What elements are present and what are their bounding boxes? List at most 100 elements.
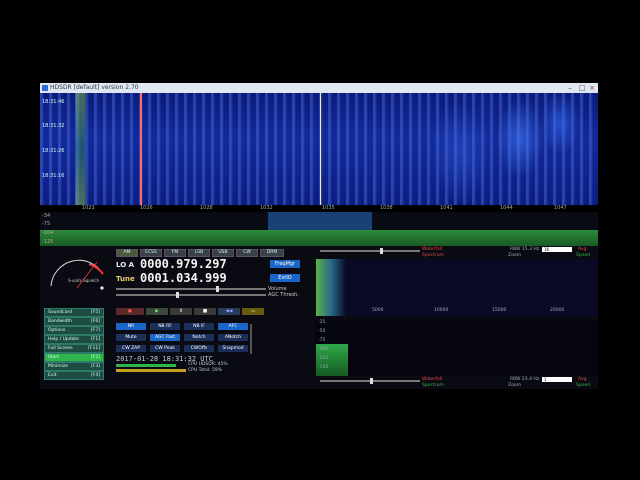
audio-freq-tick: 15000 [492,308,507,313]
audio-wf-knob[interactable] [380,248,383,254]
rf-waterfall[interactable]: 18:31:46 18:31:32 18:31:26 18:31:16 [40,93,598,205]
audio-freq-tick: 10000 [434,308,449,313]
pause-button[interactable]: Ⅱ [170,308,192,315]
freq-tick: 1035 [322,205,335,211]
freqmgr-button[interactable]: FreqMgr [270,260,300,268]
audio-zoom-label: Zoom [508,253,521,258]
audio-level-tick: -75 [318,338,326,343]
audio-level-tick: -25 [318,320,326,325]
minimize-window-button[interactable]: – [564,84,576,92]
audio-waterfall[interactable]: 5000 10000 15000 20000 [316,259,598,316]
mode-drm-button[interactable]: DRM [260,249,284,257]
afc-button[interactable]: AFC [218,323,248,330]
mode-usb-button[interactable]: USB [212,249,234,257]
options-button[interactable]: Options [F7] [44,326,104,335]
start-button[interactable]: Start [F2] [44,353,104,362]
hdsdr-window: HDSDR [default] version 2.70 – □ × 18:31… [40,83,598,389]
level-tick: -75 [42,221,51,227]
signal-trace [75,93,85,205]
waterfall-time: 18:31:26 [42,148,65,154]
audio-waterfall-label: Waterfall [422,247,443,252]
freq-tick: 1028 [200,205,213,211]
audio-spec-slider[interactable] [320,378,420,384]
mode-ecss-button[interactable]: ECSS [140,249,162,257]
cpu-hdsdr-label: CPU HDSDR: 45% [188,362,228,367]
agc-thresh-slider[interactable] [116,292,266,298]
notch-button[interactable]: Notch [184,334,214,341]
freq-tick: 1023 [82,205,95,211]
nb-if-button[interactable]: NB IF [184,323,214,330]
avg-label: Avg. [578,247,588,252]
rf-spectrum[interactable]: -34 -75 -104 -125 [40,212,598,246]
audio-signal [316,259,346,316]
anotch-button[interactable]: ANotch [218,334,248,341]
waterfall-time: 18:31:16 [42,173,65,179]
lo-frequency[interactable]: 0000.979.297 [140,257,227,271]
speed-label-bottom: Speed [576,383,591,388]
play-button[interactable]: ▶ [146,308,168,315]
audio-rbw-label-bottom: RBW 23.4 Hz [510,377,540,382]
volume-slider[interactable] [116,286,266,292]
audio-spec-knob[interactable] [370,378,373,384]
audio-level-tick: -125 [318,356,329,361]
agc-thresh-label: AGC Thresh. [268,292,299,298]
control-panel: S-units Squelch AM ECSS FM LSB USB CW DR… [40,246,598,389]
tune-marker-line [140,93,142,205]
nr-button[interactable]: NR [116,323,146,330]
minimize-button[interactable]: Minimize [F3] [44,362,104,371]
audio-freq-tick: 5000 [372,308,384,313]
record-button[interactable]: ● [116,308,144,315]
freq-tick: 1044 [500,205,513,211]
meter-label: S-units Squelch [68,278,100,283]
rewind-button[interactable]: ◀◀ [218,308,240,315]
agc-fast-button[interactable]: AGC Fast [150,334,180,341]
audio-rbw-label: RBW 15.3 Hz [510,247,540,252]
close-window-button[interactable]: × [586,84,598,92]
bandwidth-button[interactable]: Bandwidth [F6] [44,317,104,326]
cwoffs-button[interactable]: CWOffs [184,345,214,352]
cpu-total-bar [116,369,186,372]
cw-peak-button[interactable]: CW Peak [150,345,180,352]
snapmod-button[interactable]: Snapmod [218,345,248,352]
dsp-level-slider[interactable] [250,324,252,354]
cw-zap-button[interactable]: CW ZAP [116,345,146,352]
audio-level-tick: -100 [318,347,329,352]
audio-waterfall-label-bottom: Waterfall [422,377,443,382]
s-meter [50,259,104,290]
waterfall-time: 18:31:32 [42,123,65,129]
mute-button[interactable]: Mute [116,334,146,341]
folder-icon[interactable]: ▭ [242,308,264,315]
nb-rf-button[interactable]: NB RF [150,323,180,330]
mode-am-button[interactable]: AM [116,249,138,257]
tune-label: Tune [116,275,135,283]
soundcard-button[interactable]: Soundcard [F5] [44,308,104,317]
level-tick: -125 [42,239,54,245]
cpu-total-label: CPU Total: 59% [188,368,223,373]
spectrum-trace [40,230,598,246]
stop-button[interactable]: ■ [194,308,216,315]
help-update-button[interactable]: Help / Update [F1] [44,335,104,344]
tune-frequency[interactable]: 0001.034.999 [140,271,227,285]
rf-frequency-axis: 1023 1026 1028 1032 1035 1038 1041 1044 … [40,205,598,212]
audio-zoom-label-bottom: Zoom [508,383,521,388]
audio-spectrum[interactable]: -25 -50 -75 -100 -125 -150 [316,320,598,376]
freq-tick: 1041 [440,205,453,211]
window-title: HDSDR [default] version 2.70 [50,84,139,91]
exit-button[interactable]: Exit [F4] [44,371,104,380]
mode-fm-button[interactable]: FM [164,249,186,257]
audio-wf-slider[interactable] [320,248,420,254]
extio-button[interactable]: ExtIO [270,274,300,282]
waterfall-time: 18:31:46 [42,99,65,105]
avg-label-bottom: Avg. [578,377,588,382]
mode-cw-button[interactable]: CW [236,249,258,257]
mode-lsb-button[interactable]: LSB [188,249,210,257]
fft-size-select[interactable]: 16 [542,247,572,252]
fft-size-select-bottom[interactable]: 1 [542,377,572,382]
volume-slider-knob[interactable] [216,286,219,292]
full-screen-button[interactable]: Full Screen [F11] [44,344,104,353]
freq-tick: 1026 [140,205,153,211]
speed-label: Speed [576,253,591,258]
level-tick: -34 [42,213,51,219]
audio-spectrum-label: Spectrum [422,253,444,258]
agc-thresh-slider-knob[interactable] [176,292,179,298]
